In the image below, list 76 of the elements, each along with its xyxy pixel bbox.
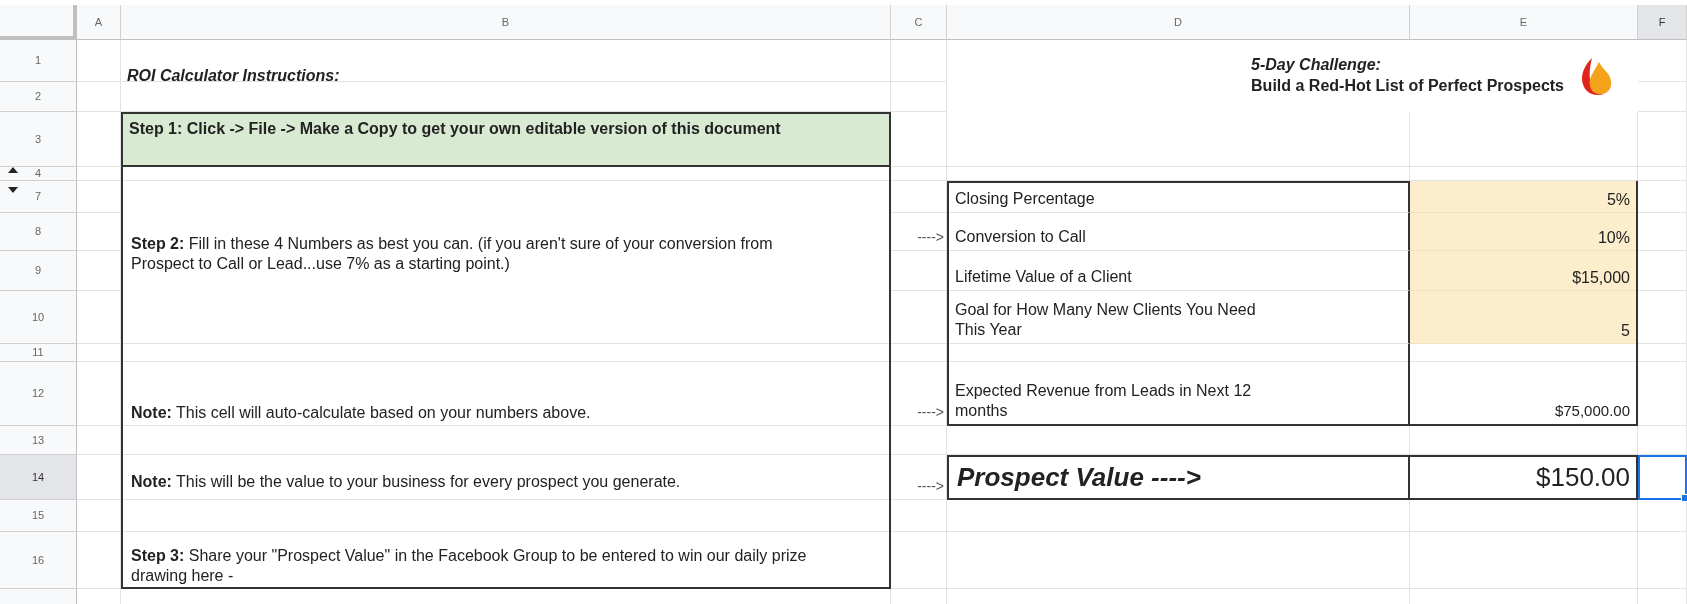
grid-cell [77, 251, 121, 291]
grid-cell [77, 291, 121, 344]
input-value[interactable]: 5% [1410, 181, 1636, 213]
grid-cell [1638, 251, 1687, 291]
grid-cell [1638, 426, 1687, 455]
grid-cell [77, 181, 121, 213]
arrow-text: ----> [917, 404, 945, 422]
row-header[interactable]: 15 [0, 500, 77, 532]
step-two-text: Step 2: Fill in these 4 Numbers as best you can. (if you aren't sure of your conversion from Prospect to Call or Lead...use 7% as a starting point.) [130, 234, 774, 274]
grid-cell [77, 213, 121, 251]
grid-cell [77, 40, 121, 82]
arrow-text: ----> [917, 229, 945, 247]
grid-cell [77, 532, 121, 589]
column-header[interactable]: C [891, 5, 947, 40]
grid-cell [1638, 362, 1687, 426]
grid-cell [77, 167, 121, 181]
row-header[interactable]: 3 [0, 112, 77, 167]
grid-cell [77, 500, 121, 532]
grid-cell [1638, 112, 1687, 167]
grid-cell [77, 362, 121, 426]
grid-cell [891, 167, 947, 181]
step-one-cell: Step 1: Click -> File -> Make a Copy to get your own editable version of this document [121, 112, 891, 167]
column-header[interactable]: D [947, 5, 1410, 40]
row-header[interactable]: 12 [0, 362, 77, 426]
row-header[interactable]: 4 [0, 167, 77, 181]
revenue-label: Expected Revenue from Leads in Next 12 months [949, 344, 1410, 424]
instructions-title: ROI Calculator Instructions: [126, 67, 340, 85]
grid-cell [77, 426, 121, 455]
grid-cell [891, 213, 947, 251]
grid-cell [891, 455, 947, 500]
column-header[interactable]: F [1638, 5, 1687, 40]
row-header[interactable]: 13 [0, 426, 77, 455]
grid-cell [891, 181, 947, 213]
row-header[interactable]: 2 [0, 82, 77, 112]
grid-cell [891, 251, 947, 291]
arrow-text: ----> [917, 478, 945, 496]
revenue-value: $75,000.00 [1553, 402, 1630, 421]
challenge-subtitle: Build a Red-Hot List of Perfect Prospects [1251, 76, 1564, 96]
column-header[interactable]: A [77, 5, 121, 40]
note-text: Note: This will be the value to your business for every prospect you generate. [130, 472, 681, 492]
row-header[interactable]: 7 [0, 181, 77, 213]
row-header[interactable]: 8 [0, 213, 77, 251]
grid-cell [891, 362, 947, 426]
input-value[interactable]: $15,000 [1410, 251, 1636, 291]
grid-cell [77, 82, 121, 112]
grid-cell [891, 532, 947, 589]
grid-cell [1638, 213, 1687, 251]
row-header[interactable]: 10 [0, 291, 77, 344]
up-triangle-icon[interactable] [8, 167, 18, 173]
column-header[interactable]: E [1410, 5, 1638, 40]
note-text: Note: This cell will auto-calculate based on your numbers above. [130, 403, 591, 423]
grid-cell [1638, 181, 1687, 213]
input-value[interactable]: 5 [1410, 291, 1636, 344]
grid-cell [1638, 532, 1687, 589]
grid-cell [891, 426, 947, 455]
row-header[interactable]: 14 [0, 455, 77, 500]
row-header[interactable]: 11 [0, 344, 77, 362]
grid-cell [77, 455, 121, 500]
grid-cell [1638, 167, 1687, 181]
row-header[interactable]: 16 [0, 532, 77, 589]
challenge-title: 5-Day Challenge: [1251, 55, 1381, 76]
grid-cell [77, 344, 121, 362]
input-value[interactable]: 10% [1410, 213, 1636, 251]
grid-cell [891, 500, 947, 532]
prospect-value-label: Prospect Value ----> [947, 455, 1410, 500]
step-three-text: Step 3: Share your "Prospect Value" in the Facebook Group to be entered to win our daily prize drawing here - [130, 546, 808, 586]
column-header[interactable]: B [121, 5, 891, 40]
grid-cell [1638, 344, 1687, 362]
prospect-value: $150.00 [1410, 455, 1638, 500]
down-triangle-icon[interactable] [8, 187, 18, 193]
row-header[interactable]: 9 [0, 251, 77, 291]
row-header[interactable]: 1 [0, 40, 77, 82]
grid-cell [1638, 291, 1687, 344]
selected-cell[interactable] [1638, 455, 1687, 500]
grid-cell [891, 344, 947, 362]
grid-cell [891, 291, 947, 344]
